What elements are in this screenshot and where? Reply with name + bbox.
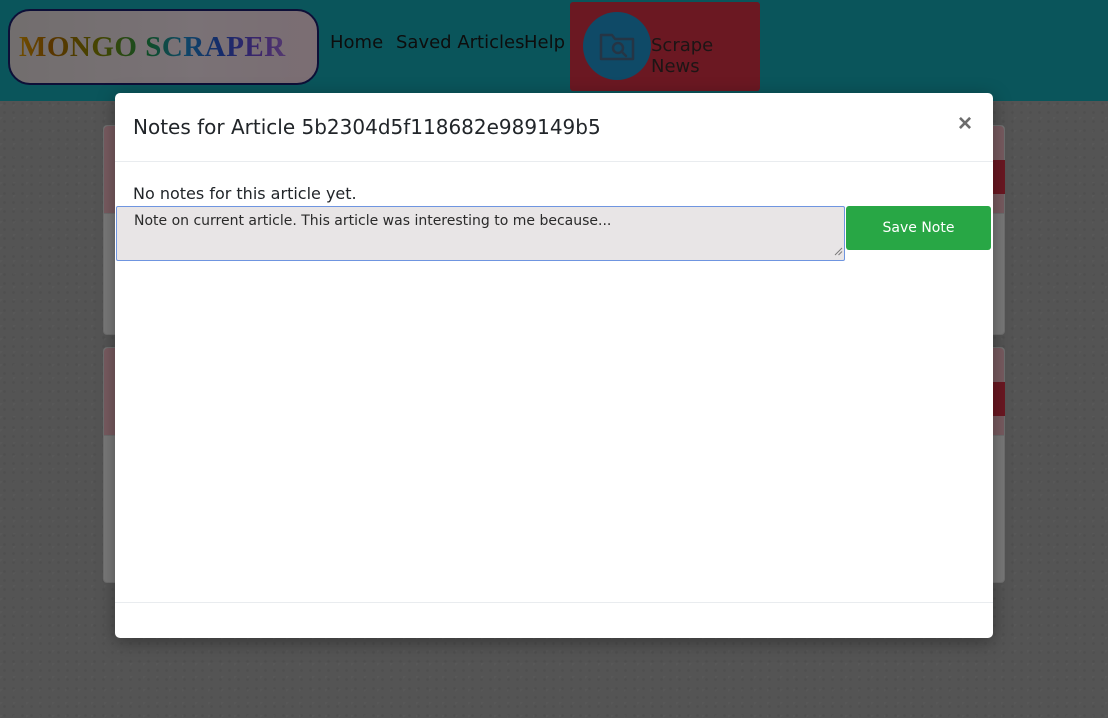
close-icon[interactable]: ×	[957, 112, 973, 136]
modal-header: Notes for Article 5b2304d5f118682e989149…	[115, 93, 993, 162]
empty-notes-message: No notes for this article yet.	[133, 184, 357, 203]
save-note-button[interactable]: Save Note	[846, 206, 991, 250]
resize-handle-icon[interactable]	[833, 246, 843, 256]
notes-modal: Notes for Article 5b2304d5f118682e989149…	[115, 93, 993, 638]
modal-title: Notes for Article 5b2304d5f118682e989149…	[133, 115, 601, 139]
modal-footer-divider	[115, 602, 993, 603]
note-textarea[interactable]: Note on current article. This article wa…	[116, 206, 845, 261]
